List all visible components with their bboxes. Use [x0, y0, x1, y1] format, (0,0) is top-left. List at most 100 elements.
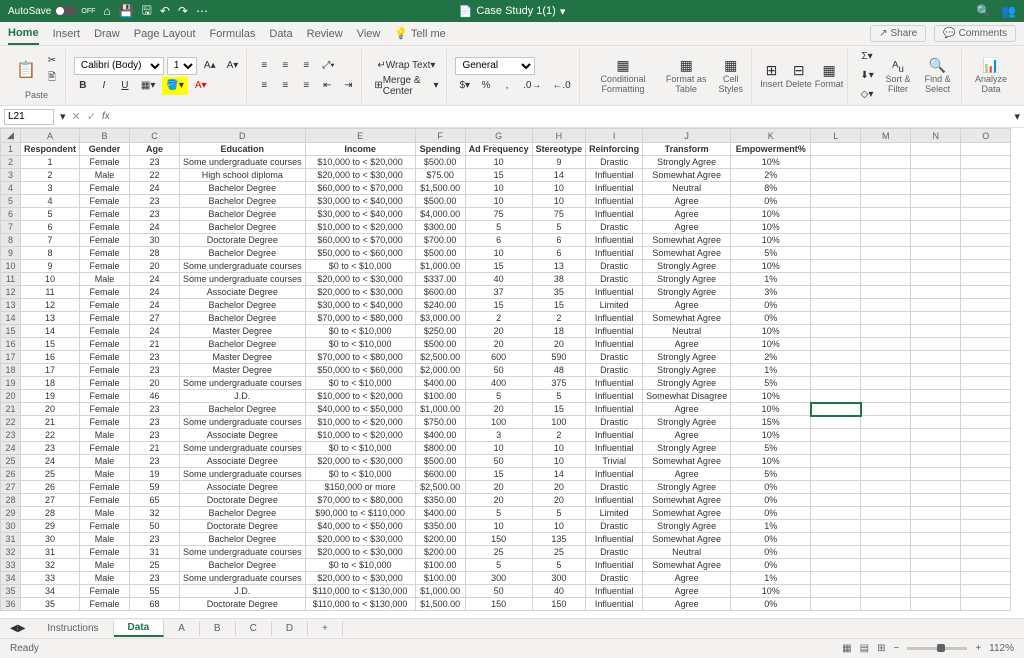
- row-header[interactable]: 35: [1, 585, 21, 598]
- cell[interactable]: [811, 455, 861, 468]
- cell[interactable]: 23: [130, 195, 180, 208]
- cell[interactable]: Influential: [586, 338, 643, 351]
- cell[interactable]: 10%: [731, 156, 811, 169]
- row-header[interactable]: 13: [1, 299, 21, 312]
- row-header[interactable]: 31: [1, 533, 21, 546]
- cell[interactable]: [911, 403, 961, 416]
- delete-label[interactable]: Delete: [786, 79, 812, 89]
- cell[interactable]: [961, 156, 1011, 169]
- cell[interactable]: 11: [21, 286, 80, 299]
- cond-label[interactable]: Conditional Formatting: [588, 74, 658, 94]
- cell[interactable]: $70,000 to < $80,000: [305, 312, 415, 325]
- cell[interactable]: [861, 585, 911, 598]
- cell[interactable]: 0%: [731, 598, 811, 611]
- cell[interactable]: $700.00: [415, 234, 465, 247]
- row-header[interactable]: 26: [1, 468, 21, 481]
- cell[interactable]: $2,000.00: [415, 364, 465, 377]
- cell[interactable]: [961, 234, 1011, 247]
- autosave-toggle[interactable]: [55, 6, 77, 16]
- cell[interactable]: $200.00: [415, 546, 465, 559]
- cell[interactable]: 20: [130, 260, 180, 273]
- cell[interactable]: Strongly Agree: [643, 260, 731, 273]
- cell[interactable]: $10,000 to < $20,000: [305, 221, 415, 234]
- cell[interactable]: Somewhat Agree: [643, 533, 731, 546]
- cell[interactable]: Bachelor Degree: [180, 312, 306, 325]
- cell[interactable]: Influential: [586, 195, 643, 208]
- row-header[interactable]: 34: [1, 572, 21, 585]
- cell[interactable]: 22: [130, 169, 180, 182]
- cell[interactable]: 23: [130, 364, 180, 377]
- cell[interactable]: 33: [21, 572, 80, 585]
- cell[interactable]: 5%: [731, 442, 811, 455]
- cell[interactable]: Influential: [586, 442, 643, 455]
- cell[interactable]: 65: [130, 494, 180, 507]
- cell[interactable]: 10%: [731, 338, 811, 351]
- cell[interactable]: [961, 208, 1011, 221]
- formula-input[interactable]: [116, 109, 1009, 125]
- cell[interactable]: 50: [130, 520, 180, 533]
- share-title-icon[interactable]: 👥: [1001, 4, 1016, 18]
- cell[interactable]: Drastic: [586, 364, 643, 377]
- cell[interactable]: [911, 156, 961, 169]
- cell[interactable]: 20: [532, 481, 586, 494]
- data-header[interactable]: Respondent: [21, 143, 80, 156]
- cell[interactable]: [811, 468, 861, 481]
- row-header[interactable]: 15: [1, 325, 21, 338]
- cell[interactable]: 8: [21, 247, 80, 260]
- cell[interactable]: Agree: [643, 221, 731, 234]
- cell[interactable]: $400.00: [415, 377, 465, 390]
- fill-down[interactable]: ⬇▾: [856, 67, 877, 85]
- cell[interactable]: [911, 377, 961, 390]
- analyze-label[interactable]: Analyze Data: [970, 74, 1012, 94]
- cell[interactable]: Some undergraduate courses: [180, 572, 306, 585]
- cell[interactable]: [911, 520, 961, 533]
- cell[interactable]: 75: [532, 208, 586, 221]
- cell[interactable]: 28: [130, 247, 180, 260]
- cell[interactable]: [961, 481, 1011, 494]
- cell[interactable]: 30: [21, 533, 80, 546]
- cell[interactable]: Female: [80, 520, 130, 533]
- cell[interactable]: 10: [532, 195, 586, 208]
- cell[interactable]: [911, 338, 961, 351]
- tab-insert[interactable]: Insert: [53, 24, 81, 44]
- cell[interactable]: 20: [21, 403, 80, 416]
- cell[interactable]: 600: [465, 351, 532, 364]
- cell[interactable]: 15: [465, 260, 532, 273]
- cell[interactable]: Doctorate Degree: [180, 234, 306, 247]
- cell[interactable]: [861, 533, 911, 546]
- cell[interactable]: 1%: [731, 364, 811, 377]
- cell[interactable]: 4: [21, 195, 80, 208]
- row-header[interactable]: 17: [1, 351, 21, 364]
- cell[interactable]: Strongly Agree: [643, 351, 731, 364]
- cell[interactable]: [811, 481, 861, 494]
- cell[interactable]: [861, 208, 911, 221]
- cell[interactable]: Female: [80, 494, 130, 507]
- cell[interactable]: [861, 468, 911, 481]
- cell[interactable]: 25: [465, 546, 532, 559]
- cell[interactable]: 48: [532, 364, 586, 377]
- cell[interactable]: 25: [21, 468, 80, 481]
- cell[interactable]: 3%: [731, 286, 811, 299]
- save-icon[interactable]: 💾: [119, 4, 134, 18]
- cell[interactable]: [811, 546, 861, 559]
- cell[interactable]: 10: [532, 455, 586, 468]
- cell[interactable]: Bachelor Degree: [180, 195, 306, 208]
- autosave[interactable]: AutoSaveOFF: [8, 6, 95, 17]
- cell[interactable]: 5%: [731, 377, 811, 390]
- cell[interactable]: [961, 195, 1011, 208]
- cell[interactable]: Influential: [586, 429, 643, 442]
- cell[interactable]: 0%: [731, 299, 811, 312]
- cell[interactable]: 10%: [731, 260, 811, 273]
- cell[interactable]: [811, 598, 861, 611]
- home-icon[interactable]: ⌂: [103, 4, 110, 18]
- cell[interactable]: Drastic: [586, 351, 643, 364]
- cell[interactable]: Drastic: [586, 481, 643, 494]
- cell[interactable]: $30,000 to < $40,000: [305, 208, 415, 221]
- cell[interactable]: Agree: [643, 585, 731, 598]
- cell[interactable]: J.D.: [180, 390, 306, 403]
- cell[interactable]: Female: [80, 312, 130, 325]
- cell[interactable]: 0%: [731, 546, 811, 559]
- cell[interactable]: Some undergraduate courses: [180, 156, 306, 169]
- cell[interactable]: Female: [80, 442, 130, 455]
- underline-button[interactable]: U: [116, 77, 134, 95]
